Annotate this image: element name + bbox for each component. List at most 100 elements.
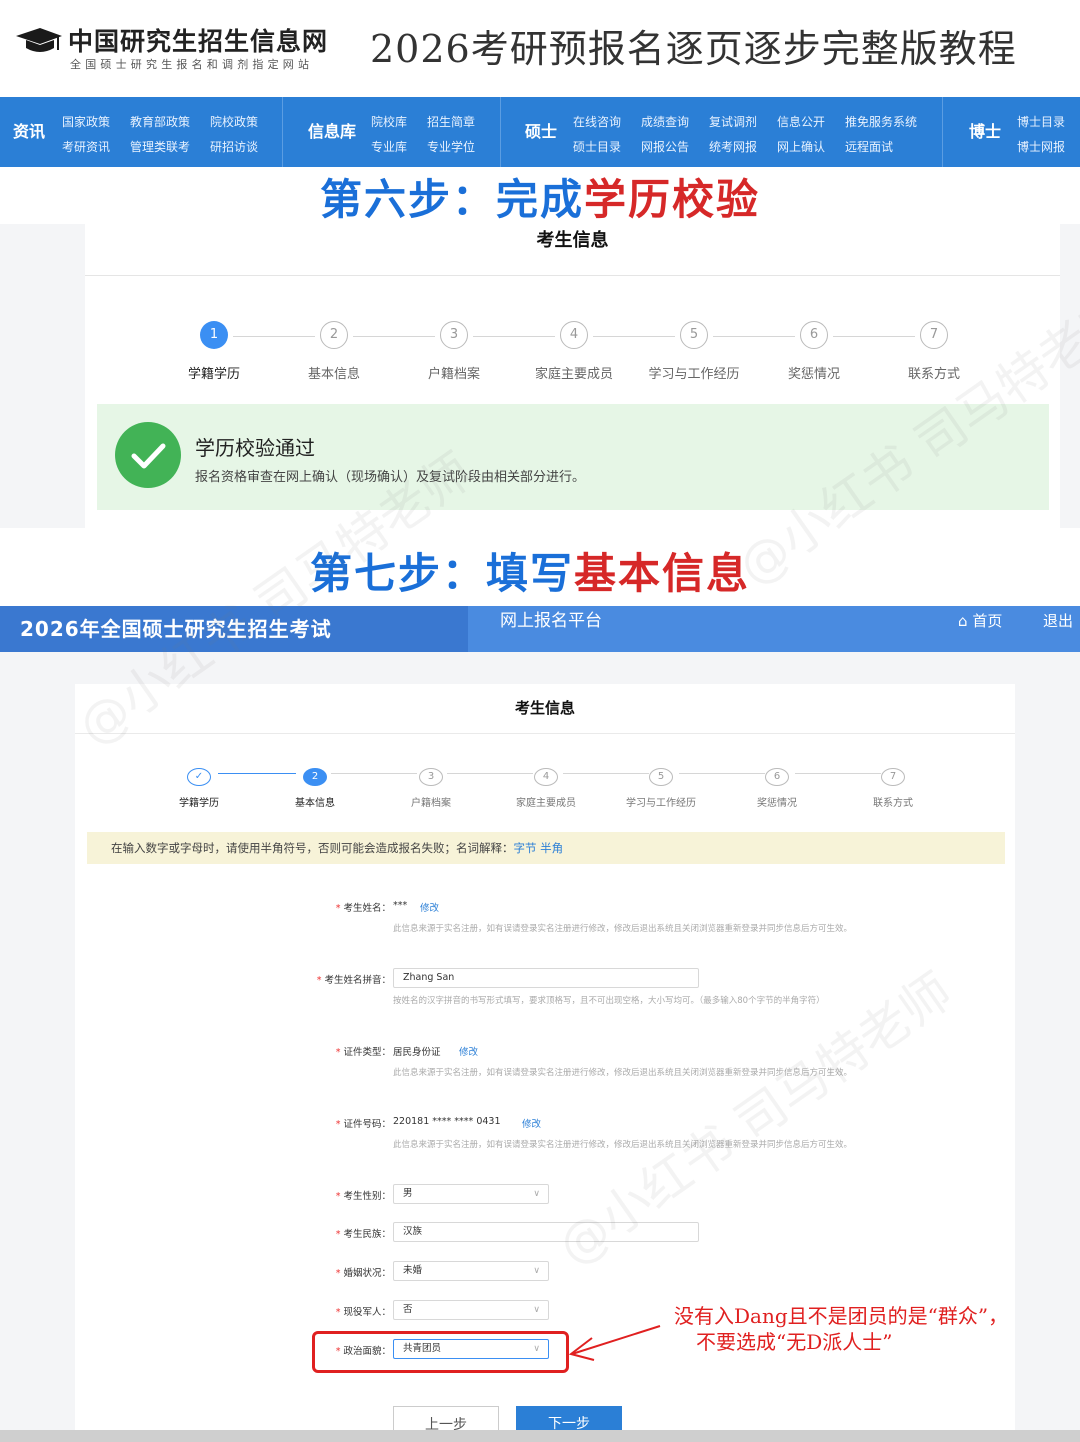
step-item-3[interactable]: 3 户籍档案 bbox=[394, 321, 514, 382]
nav-link[interactable]: 专业学位 bbox=[427, 138, 475, 155]
nav-link[interactable]: 博士目录 bbox=[1017, 113, 1065, 130]
step7-action: 填写 bbox=[486, 549, 575, 598]
step-label: 户籍档案 bbox=[427, 367, 480, 382]
step-item-7[interactable]: 7 联系方式 bbox=[874, 321, 994, 382]
candidate-info-card: 考生信息 1 学籍学历 2 基本信息 3 户籍档案 4 家庭主要成员 5 学习与… bbox=[85, 224, 1060, 528]
nav-link[interactable]: 网上确认 bbox=[777, 138, 825, 155]
id-number-label: * 证件号码： bbox=[335, 1119, 391, 1130]
step6-heading: 第六步：完成学历校验 bbox=[320, 166, 760, 227]
nav-link[interactable]: 考研资讯 bbox=[62, 138, 110, 155]
step6-action: 完成 bbox=[496, 175, 585, 224]
step-item-1[interactable]: ✓ 学籍学历 bbox=[149, 764, 249, 809]
step-item-6[interactable]: 6 奖惩情况 bbox=[727, 764, 827, 809]
nav-category-database[interactable]: 信息库 bbox=[308, 97, 356, 167]
edit-id-type-link[interactable]: 修改 bbox=[459, 1044, 478, 1058]
step-item-4[interactable]: 4 家庭主要成员 bbox=[514, 321, 634, 382]
step-item-5[interactable]: 5 学习与工作经历 bbox=[611, 764, 711, 809]
nav-category-master[interactable]: 硕士 bbox=[525, 97, 557, 167]
annotation-line-2: 不要选成“无D派人士” bbox=[696, 1330, 893, 1354]
nav-link[interactable]: 统考网报 bbox=[709, 138, 757, 155]
pinyin-hint: 按姓名的汉字拼音的书写形式填写，要求顶格写，且不可出现空格，大小写均可。（最多输… bbox=[393, 996, 825, 1006]
nav-link[interactable]: 院校库 bbox=[371, 113, 407, 130]
nav-link[interactable]: 管理类联考 bbox=[130, 138, 190, 155]
nav-link[interactable]: 在线咨询 bbox=[573, 113, 621, 130]
nav-link[interactable]: 推免服务系统 bbox=[845, 113, 917, 130]
name-label: * 考生姓名： bbox=[335, 903, 391, 914]
step-item-7[interactable]: 7 联系方式 bbox=[843, 764, 943, 809]
nav-link[interactable]: 成绩查询 bbox=[641, 113, 689, 130]
military-label: * 现役军人： bbox=[335, 1307, 391, 1318]
step-number: 5 bbox=[649, 768, 673, 786]
nav-divider bbox=[500, 97, 501, 167]
political-status-annotation: 没有入Dang且不是团员的是“群众”， 不要选成“无D派人士” bbox=[674, 1303, 1008, 1355]
step7-topic: 基本信息 bbox=[574, 549, 751, 598]
nav-link[interactable]: 复试调剂 bbox=[709, 113, 757, 130]
id-type-label: * 证件类型： bbox=[335, 1047, 391, 1058]
home-label: 首页 bbox=[972, 612, 1003, 630]
nav-link[interactable]: 专业库 bbox=[371, 138, 407, 155]
nav-link[interactable]: 国家政策 bbox=[62, 113, 110, 130]
check-circle-icon bbox=[115, 422, 181, 488]
political-status-highlight bbox=[312, 1331, 569, 1373]
step-item-5[interactable]: 5 学习与工作经历 bbox=[634, 321, 754, 382]
step6-topic: 学历校验 bbox=[584, 175, 761, 224]
exam-title: 2026年全国硕士研究生招生考试 bbox=[0, 606, 468, 652]
success-description: 报名资格审查在网上确认（现场确认）及复试阶段由相关部分进行。 bbox=[195, 470, 586, 485]
nav-link[interactable]: 招生简章 bbox=[427, 113, 475, 130]
step-label: 联系方式 bbox=[873, 798, 913, 809]
chevron-down-icon: ∨ bbox=[533, 1266, 540, 1276]
half-width-notice: 在输入数字或字母时，请使用半角符号，否则可能会造成报名失败；名词解释：字节 半角 bbox=[87, 832, 1005, 864]
site-logo[interactable]: 中国研究生招生信息网 全国硕士研究生报名和调剂指定网站 bbox=[14, 20, 344, 76]
chevron-down-icon: ∨ bbox=[533, 1189, 540, 1199]
nav-category-news[interactable]: 资讯 bbox=[13, 97, 45, 167]
step-number: 7 bbox=[881, 768, 905, 786]
nav-link[interactable]: 网报公告 bbox=[641, 138, 689, 155]
registration-platform-bar: 2026年全国硕士研究生招生考试 网上报名平台 ⌂ 首页 退出 bbox=[0, 606, 1080, 652]
pinyin-input[interactable]: Zhang San bbox=[393, 968, 699, 988]
nav-link[interactable]: 教育部政策 bbox=[130, 113, 190, 130]
bottom-edge bbox=[0, 1430, 1080, 1442]
marital-status-select[interactable]: 未婚 ∨ bbox=[393, 1261, 549, 1281]
step-number: 6 bbox=[800, 321, 828, 349]
nav-link[interactable]: 院校政策 bbox=[210, 113, 258, 130]
step-label: 奖惩情况 bbox=[787, 367, 840, 382]
annotation-arrow-icon bbox=[568, 1325, 661, 1361]
card-title: 考生信息 bbox=[85, 224, 1060, 276]
step-label: 基本信息 bbox=[307, 367, 360, 382]
step-label: 联系方式 bbox=[907, 367, 960, 382]
step-item-2[interactable]: 2 基本信息 bbox=[265, 764, 365, 809]
byte-definition-link[interactable]: 字节 bbox=[514, 841, 537, 855]
step-number: 3 bbox=[440, 321, 468, 349]
nav-link[interactable]: 信息公开 bbox=[777, 113, 825, 130]
step-item-2[interactable]: 2 基本信息 bbox=[274, 321, 394, 382]
ethnicity-label: * 考生民族： bbox=[335, 1229, 391, 1240]
step-label: 奖惩情况 bbox=[757, 798, 797, 809]
name-value: *** bbox=[393, 900, 408, 911]
card-title: 考生信息 bbox=[75, 684, 1015, 734]
ethnicity-input[interactable]: 汉族 bbox=[393, 1222, 699, 1242]
step-label: 基本信息 bbox=[295, 798, 335, 809]
military-select[interactable]: 否 ∨ bbox=[393, 1300, 549, 1320]
nav-link[interactable]: 远程面试 bbox=[845, 138, 893, 155]
half-width-definition-link[interactable]: 半角 bbox=[540, 841, 563, 855]
step-item-1[interactable]: 1 学籍学历 bbox=[154, 321, 274, 382]
gender-select[interactable]: 男 ∨ bbox=[393, 1184, 549, 1204]
edit-name-link[interactable]: 修改 bbox=[420, 900, 439, 914]
step-item-4[interactable]: 4 家庭主要成员 bbox=[496, 764, 596, 809]
success-title: 学历校验通过 bbox=[195, 436, 315, 460]
home-icon: ⌂ bbox=[958, 612, 968, 630]
step-item-6[interactable]: 6 奖惩情况 bbox=[754, 321, 874, 382]
nav-category-doctor[interactable]: 博士 bbox=[969, 97, 1001, 167]
nav-link[interactable]: 研招访谈 bbox=[210, 138, 258, 155]
nav-link[interactable]: 博士网报 bbox=[1017, 138, 1065, 155]
home-link[interactable]: ⌂ 首页 bbox=[958, 610, 1002, 631]
step-number: 2 bbox=[320, 321, 348, 349]
edit-id-number-link[interactable]: 修改 bbox=[522, 1116, 541, 1130]
step-label: 家庭主要成员 bbox=[534, 367, 613, 382]
logout-link[interactable]: 退出 bbox=[1043, 610, 1073, 631]
step-item-3[interactable]: 3 户籍档案 bbox=[381, 764, 481, 809]
nav-link[interactable]: 硕士目录 bbox=[573, 138, 621, 155]
step-number: 4 bbox=[534, 768, 558, 786]
step7-heading: 第七步：填写基本信息 bbox=[310, 540, 750, 601]
page-title: 2026考研预报名逐页逐步完整版教程 bbox=[370, 27, 1017, 71]
